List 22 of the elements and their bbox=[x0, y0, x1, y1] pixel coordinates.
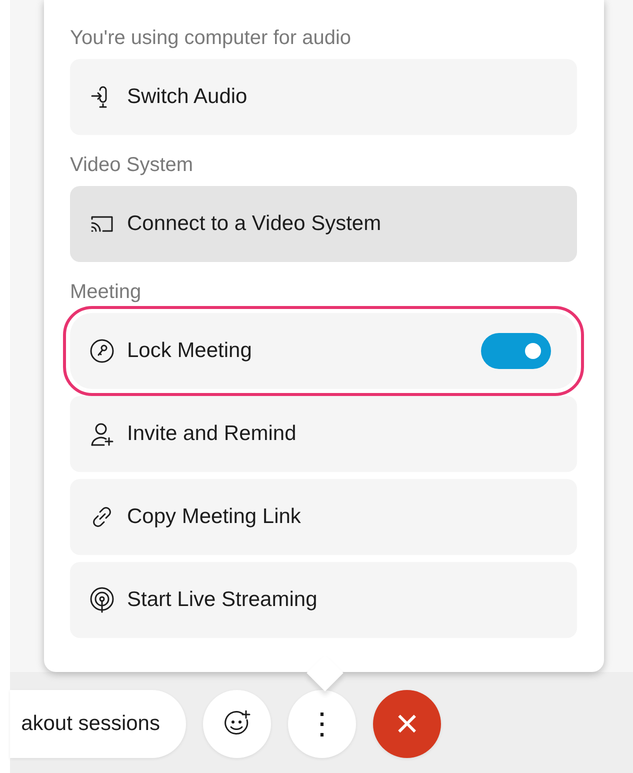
breakout-sessions-button[interactable]: akout sessions bbox=[10, 690, 186, 758]
menu-item-label: Invite and Remind bbox=[127, 422, 298, 446]
more-button[interactable]: ⋮ bbox=[288, 690, 356, 758]
menu-item-label: Lock Meeting bbox=[127, 339, 253, 363]
menu-item[interactable]: Invite and Remind bbox=[70, 396, 577, 472]
menu-item-label: Switch Audio bbox=[127, 85, 248, 109]
person-add-icon bbox=[89, 421, 115, 447]
menu-item[interactable]: Switch Audio bbox=[70, 59, 577, 135]
menu-item-label: Connect to a Video System bbox=[127, 212, 382, 236]
section-header: Video System bbox=[70, 153, 194, 177]
broadcast-icon bbox=[89, 587, 115, 613]
menu-item[interactable]: Start Live Streaming bbox=[70, 562, 577, 638]
menu-item[interactable]: Connect to a Video System bbox=[70, 186, 577, 262]
menu-item[interactable]: Copy Meeting Link bbox=[70, 479, 577, 555]
menu-item-label: Start Live Streaming bbox=[127, 588, 318, 612]
key-icon bbox=[89, 338, 115, 364]
menu-item-label: Copy Meeting Link bbox=[127, 505, 302, 529]
leave-button[interactable]: × bbox=[373, 690, 441, 758]
toggle-switch[interactable] bbox=[481, 333, 551, 369]
menu-item[interactable]: Lock Meeting bbox=[70, 313, 577, 389]
section-header: You're using computer for audio bbox=[70, 26, 352, 50]
section-header: Meeting bbox=[70, 280, 142, 304]
